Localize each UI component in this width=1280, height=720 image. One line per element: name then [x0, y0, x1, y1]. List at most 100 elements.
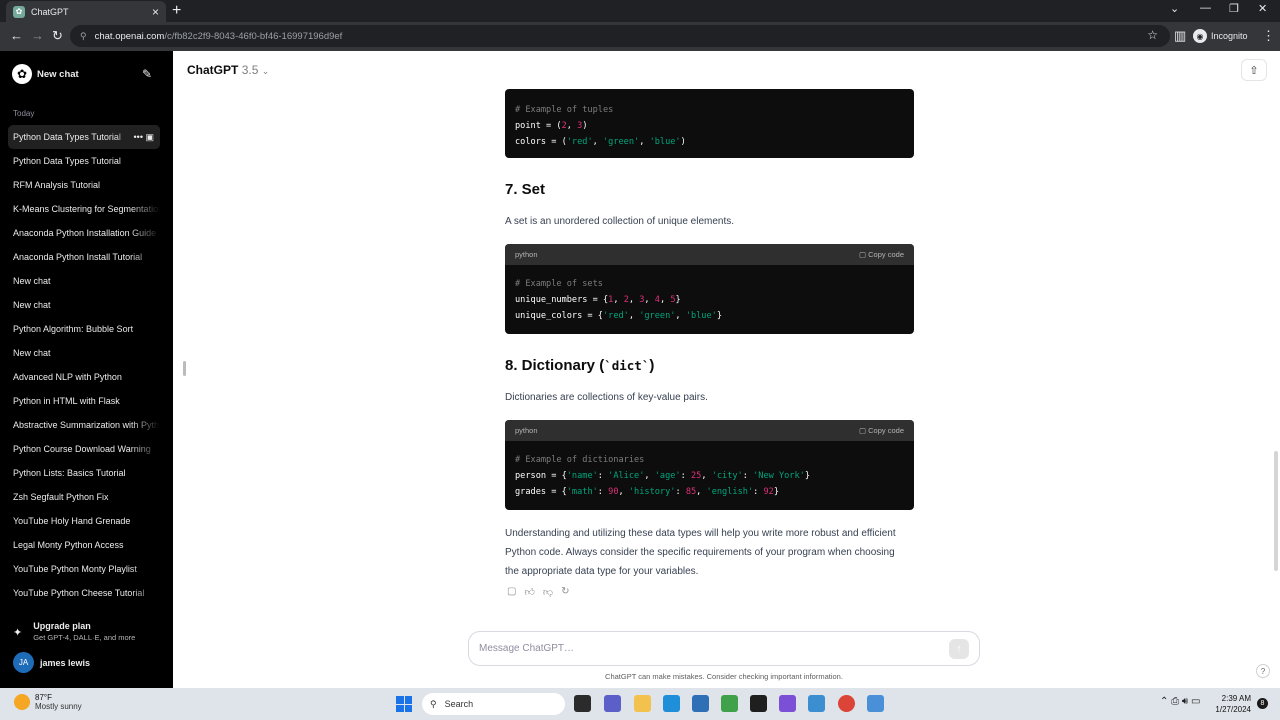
thumbs-down-icon[interactable]: 👎︎: [543, 586, 553, 598]
code-body-dict: # Example of dictionaries person = {'nam…: [515, 455, 811, 497]
chat-item-label: RFM Analysis Tutorial: [13, 180, 101, 190]
chat-item[interactable]: K-Means Clustering for Segmentation: [8, 197, 160, 221]
chat-item[interactable]: Legal Monty Python Access: [8, 533, 160, 557]
chat-app-icon[interactable]: [604, 695, 621, 712]
avatar: JA: [13, 652, 34, 673]
clipboard-icon: ▢: [858, 250, 869, 259]
restore-icon[interactable]: ❐: [1229, 2, 1239, 15]
monitor-icon[interactable]: [867, 695, 884, 712]
fade-overlay: [130, 293, 160, 317]
incognito-indicator[interactable]: ◉ Incognito: [1193, 26, 1248, 46]
minimize-icon[interactable]: —: [1200, 2, 1211, 14]
chat-item-label: Zsh Segfault Python Fix: [13, 492, 109, 502]
app-icon[interactable]: [779, 695, 796, 712]
forward-icon[interactable]: →: [31, 29, 44, 43]
openai-logo-icon: ✿: [12, 64, 32, 84]
task-view-icon[interactable]: [574, 695, 591, 712]
main-chat-area: ChatGPT 3.5 ⌄ ⇧ # Example of tuples poin…: [173, 51, 1280, 688]
chat-history-list: Python Data Types Tutorial ••• ▣ Python Da…: [8, 125, 160, 605]
code-block-dict: python ▢ Copy code # Example of dictiona…: [505, 420, 914, 510]
photos-icon[interactable]: [808, 695, 825, 712]
chat-item-label: New chat: [13, 348, 51, 358]
new-tab-icon[interactable]: +: [172, 2, 181, 20]
copy-icon[interactable]: ▢: [507, 586, 516, 598]
chat-item[interactable]: Anaconda Python Install Tutorial: [8, 245, 160, 269]
chat-item[interactable]: Python Algorithm: Bubble Sort: [8, 317, 160, 341]
side-panel-icon[interactable]: ▥: [1174, 29, 1186, 43]
weather-widget[interactable]: 87°F Mostly sunny: [14, 693, 82, 711]
reload-icon[interactable]: ↻: [52, 29, 63, 43]
chat-item[interactable]: Advanced NLP with Python: [8, 365, 160, 389]
chat-item[interactable]: YouTube Python Monty Playlist: [8, 557, 160, 581]
chat-item[interactable]: YouTube Python Cheese Tutorial: [8, 581, 160, 605]
chat-item[interactable]: New chat: [8, 293, 160, 317]
sun-cloud-icon: [14, 694, 30, 710]
bookmark-star-icon[interactable]: ☆: [1147, 28, 1158, 42]
notepad-icon[interactable]: [721, 695, 738, 712]
chat-item[interactable]: New chat: [8, 269, 160, 293]
chat-item[interactable]: New chat: [8, 341, 160, 365]
chat-item[interactable]: Zsh Segfault Python Fix: [8, 485, 160, 509]
summary-paragraph: Understanding and utilizing these data t…: [505, 528, 896, 577]
fade-overlay: [130, 221, 160, 245]
tab-search-icon[interactable]: ⌄: [1170, 2, 1179, 15]
clock[interactable]: 2:39 AM 1/27/2024: [1213, 693, 1251, 715]
code-block-tuples: # Example of tuples point = (2, 3) color…: [505, 89, 914, 158]
copy-code-button[interactable]: ▢ Copy code: [859, 426, 904, 435]
upgrade-plan-button[interactable]: ✦ Upgrade plan Get GPT-4, DALL·E, and mo…: [13, 621, 135, 642]
browser-tab[interactable]: ✿ ChatGPT ×: [6, 1, 166, 22]
chat-item[interactable]: Abstractive Summarization with Python: [8, 413, 160, 437]
system-tray-icons[interactable]: ⌃ ⎙ 🔊︎ ▭: [1160, 696, 1200, 707]
regenerate-icon[interactable]: ↻: [561, 586, 569, 598]
back-icon[interactable]: ←: [10, 29, 23, 43]
site-info-icon[interactable]: ⚲: [80, 31, 87, 42]
model-selector[interactable]: ChatGPT 3.5 ⌄: [187, 63, 269, 77]
code-body-tuples: # Example of tuples point = (2, 3) color…: [515, 105, 686, 147]
help-button[interactable]: ?: [1256, 664, 1270, 678]
chat-item[interactable]: Python Lists: Basics Tutorial: [8, 461, 160, 485]
close-window-icon[interactable]: ✕: [1258, 2, 1267, 15]
dictionary-description: Dictionaries are collections of key-valu…: [505, 392, 708, 403]
terminal-icon[interactable]: [750, 695, 767, 712]
fade-overlay: [130, 245, 160, 269]
message-actions: ▢ 👍︎ 👎︎ ↻: [507, 586, 569, 598]
chat-item-label: YouTube Holy Hand Grenade: [13, 516, 131, 526]
fade-overlay: [130, 437, 160, 461]
share-button[interactable]: ⇧: [1241, 59, 1267, 81]
message-input[interactable]: [479, 643, 949, 654]
incognito-label: Incognito: [1211, 31, 1248, 41]
taskbar-search[interactable]: ⚲ Search: [422, 693, 565, 715]
sparkle-icon: ✦: [13, 627, 23, 639]
compose-icon[interactable]: ✎: [142, 67, 152, 81]
chat-item-label: YouTube Python Monty Playlist: [13, 564, 137, 574]
thumbs-up-icon[interactable]: 👍︎: [524, 586, 534, 598]
model-version: 3.5: [241, 63, 259, 77]
taskbar: 87°F Mostly sunny ⚲ Search ⌃ ⎙ 🔊︎ ▭ 2:39…: [0, 688, 1280, 720]
windows-start-icon[interactable]: [396, 696, 412, 712]
user-menu[interactable]: JA james lewis: [13, 652, 90, 673]
notification-badge[interactable]: 8: [1257, 698, 1268, 709]
close-tab-icon[interactable]: ×: [152, 6, 159, 18]
chat-item[interactable]: RFM Analysis Tutorial: [8, 173, 160, 197]
new-chat-button[interactable]: ✿ New chat: [12, 64, 79, 84]
chat-item[interactable]: Python in HTML with Flask: [8, 389, 160, 413]
scrollbar-thumb[interactable]: [1274, 451, 1278, 571]
browser-menu-icon[interactable]: ⋮: [1262, 29, 1275, 43]
url-field[interactable]: ⚲ chat.openai.com/c/fb82c2f9-8043-46f0-b…: [70, 25, 1170, 47]
send-button[interactable]: ↑: [949, 638, 969, 659]
copy-code-button[interactable]: ▢ Copy code: [859, 250, 904, 259]
chat-item[interactable]: Anaconda Python Installation Guide: [8, 221, 160, 245]
fade-overlay: [130, 173, 160, 197]
chat-item-active[interactable]: Python Data Types Tutorial ••• ▣: [8, 125, 160, 149]
file-explorer-icon[interactable]: [634, 695, 651, 712]
chat-item[interactable]: Python Data Types Tutorial: [8, 149, 160, 173]
store-icon[interactable]: [692, 695, 709, 712]
edge-icon[interactable]: [663, 695, 680, 712]
chat-options-icon[interactable]: ••• ▣: [134, 125, 154, 149]
sidebar-collapse-handle[interactable]: [183, 361, 186, 376]
chat-item[interactable]: Python Course Download Warning: [8, 437, 160, 461]
chat-item-label: Python Data Types Tutorial: [13, 156, 121, 166]
code-header: python ▢ Copy code: [505, 244, 914, 265]
chrome-icon[interactable]: [838, 695, 855, 712]
chat-item[interactable]: YouTube Holy Hand Grenade: [8, 509, 160, 533]
